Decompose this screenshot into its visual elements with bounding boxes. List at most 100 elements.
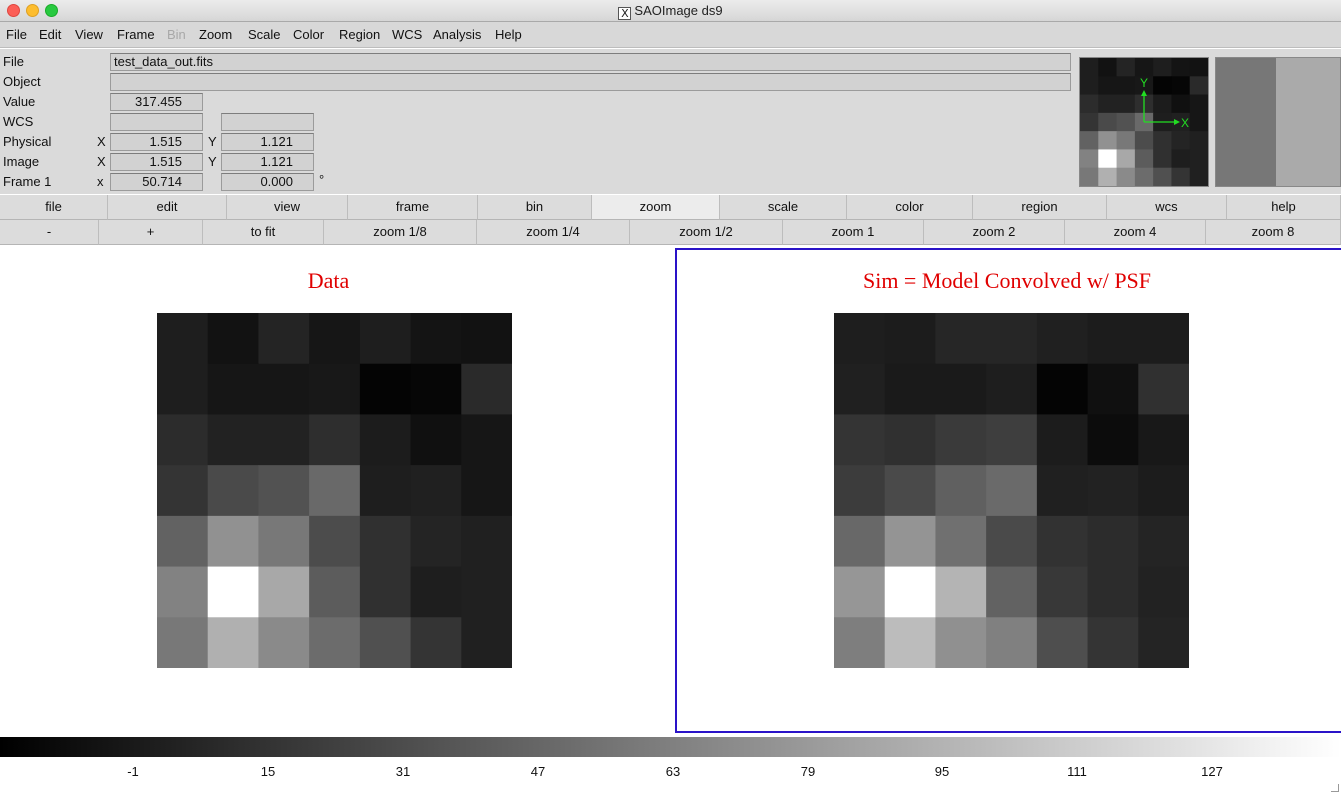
frame-1-pixel [410,414,462,466]
physical-y-label: Y [208,134,217,149]
panner-pixel [1116,94,1136,114]
frame-2-pixel [1087,515,1139,568]
panner-pixel [1171,76,1191,96]
image-label: Image [3,154,40,169]
menu-frame[interactable]: Frame [117,27,155,42]
frame-2-pixel [884,465,936,517]
button-wcs[interactable]: wcs [1107,195,1227,220]
panner-pixel [1098,112,1118,132]
resize-grip[interactable] [1331,784,1339,792]
panner-pixel [1116,76,1136,96]
frame-2-pixel [1087,313,1139,365]
menu-bin: Bin [167,27,186,42]
frame-2-pixel [1087,566,1139,618]
wcs-field-1 [110,113,203,131]
frame-1-pixel [410,566,462,618]
frame-2-pixel [935,363,987,415]
value-field: 317.455 [110,93,203,111]
menu-analysis[interactable]: Analysis [433,27,481,42]
menu-color[interactable]: Color [293,27,324,42]
panner-pixel [1171,131,1191,150]
frame-2-pixel [935,566,987,618]
frame-2-image[interactable] [834,313,1189,668]
window-title-text: SAOImage ds9 [634,3,723,18]
menu-file[interactable]: File [6,27,27,42]
button-view[interactable]: view [227,195,348,220]
panner-pixel [1080,112,1099,132]
image-y-field: 1.121 [221,153,314,171]
frame-1-pixel [410,363,462,415]
panner-pixel [1080,149,1099,169]
panner-image[interactable]: YX [1080,58,1208,186]
button-color[interactable]: color [847,195,973,220]
frame-2-pixel [986,617,1038,668]
frame-1-pixel [309,515,361,568]
frame-2-title: Sim = Model Convolved w/ PSF [862,268,1152,293]
frame-1-pixel [157,617,209,668]
button-scale[interactable]: scale [720,195,847,220]
frame-1-pixel [461,313,512,365]
zoom-1-8-button[interactable]: zoom 1/8 [324,220,477,245]
frame-1-pixel [157,313,209,365]
panner-pixel [1080,131,1099,150]
menu-help[interactable]: Help [495,27,522,42]
button-zoom[interactable]: zoom [592,195,720,220]
zoom-1-2-button[interactable]: zoom 1/2 [630,220,783,245]
menu-wcs[interactable]: WCS [392,27,422,42]
button-region[interactable]: region [973,195,1107,220]
button-edit[interactable]: edit [108,195,227,220]
frame-2-pixel [1036,465,1089,517]
zoom-8-button[interactable]: zoom 8 [1206,220,1341,245]
frame-2-pixel [1138,566,1189,618]
menu-zoom[interactable]: Zoom [199,27,232,42]
frame-2-pixel [1087,363,1139,415]
frame-1-pixel [157,465,209,517]
button-help[interactable]: help [1227,195,1341,220]
frame-1-pixel [207,566,259,618]
frame-1-pixel [157,515,209,568]
frame-1-pixel [410,515,462,568]
frame-2-pixel [884,313,936,365]
button-frame[interactable]: frame [348,195,478,220]
colorbar-tick-label: 111 [1067,764,1087,779]
frame-2-pixel [1087,465,1139,517]
frame-2-pixel [1138,363,1189,415]
colorbar-tick-label: -1 [127,764,139,779]
zoom-1-4-button[interactable]: zoom 1/4 [477,220,630,245]
panner-x-label: X [1181,116,1189,130]
object-field [110,73,1071,91]
button-file[interactable]: file [0,195,108,220]
frame-2-pixel [986,566,1038,618]
panner-pixel [1153,149,1172,169]
menu-scale[interactable]: Scale [248,27,281,42]
panner-pixel [1098,131,1118,150]
panner-pixel [1098,167,1118,186]
colorbar[interactable] [0,737,1341,757]
menu-region[interactable]: Region [339,27,380,42]
zoom-out-button[interactable]: - [0,220,99,245]
zoom-1-button[interactable]: zoom 1 [783,220,924,245]
frame-1-pixel [207,515,259,568]
menu-view[interactable]: View [75,27,103,42]
colorbar-tick-label: 127 [1201,764,1223,779]
image-canvas[interactable]: Data Sim = Model Convolved w/ PSF [0,246,1341,735]
zoom-4-button[interactable]: zoom 4 [1065,220,1206,245]
zoom-to-fit-button[interactable]: to fit [203,220,324,245]
x11-icon: X [618,7,632,20]
frame-1-pixel [410,465,462,517]
menu-edit[interactable]: Edit [39,27,61,42]
zoom-2-button[interactable]: zoom 2 [924,220,1065,245]
frame-2-pixel [1138,465,1189,517]
frame-1-image[interactable] [157,313,512,668]
panner-pixel [1080,167,1099,186]
panner-pixel [1134,131,1154,150]
panner-pixel [1080,94,1099,114]
panner-pixel [1153,76,1172,96]
zoom-in-button[interactable]: + [99,220,203,245]
frame-2-pixel [884,515,936,568]
panner[interactable]: YX [1079,57,1209,187]
window-title: X SAOImage ds9 [0,3,1341,20]
file-label: File [3,54,24,69]
button-bin[interactable]: bin [478,195,592,220]
wcs-label: WCS [3,114,34,129]
